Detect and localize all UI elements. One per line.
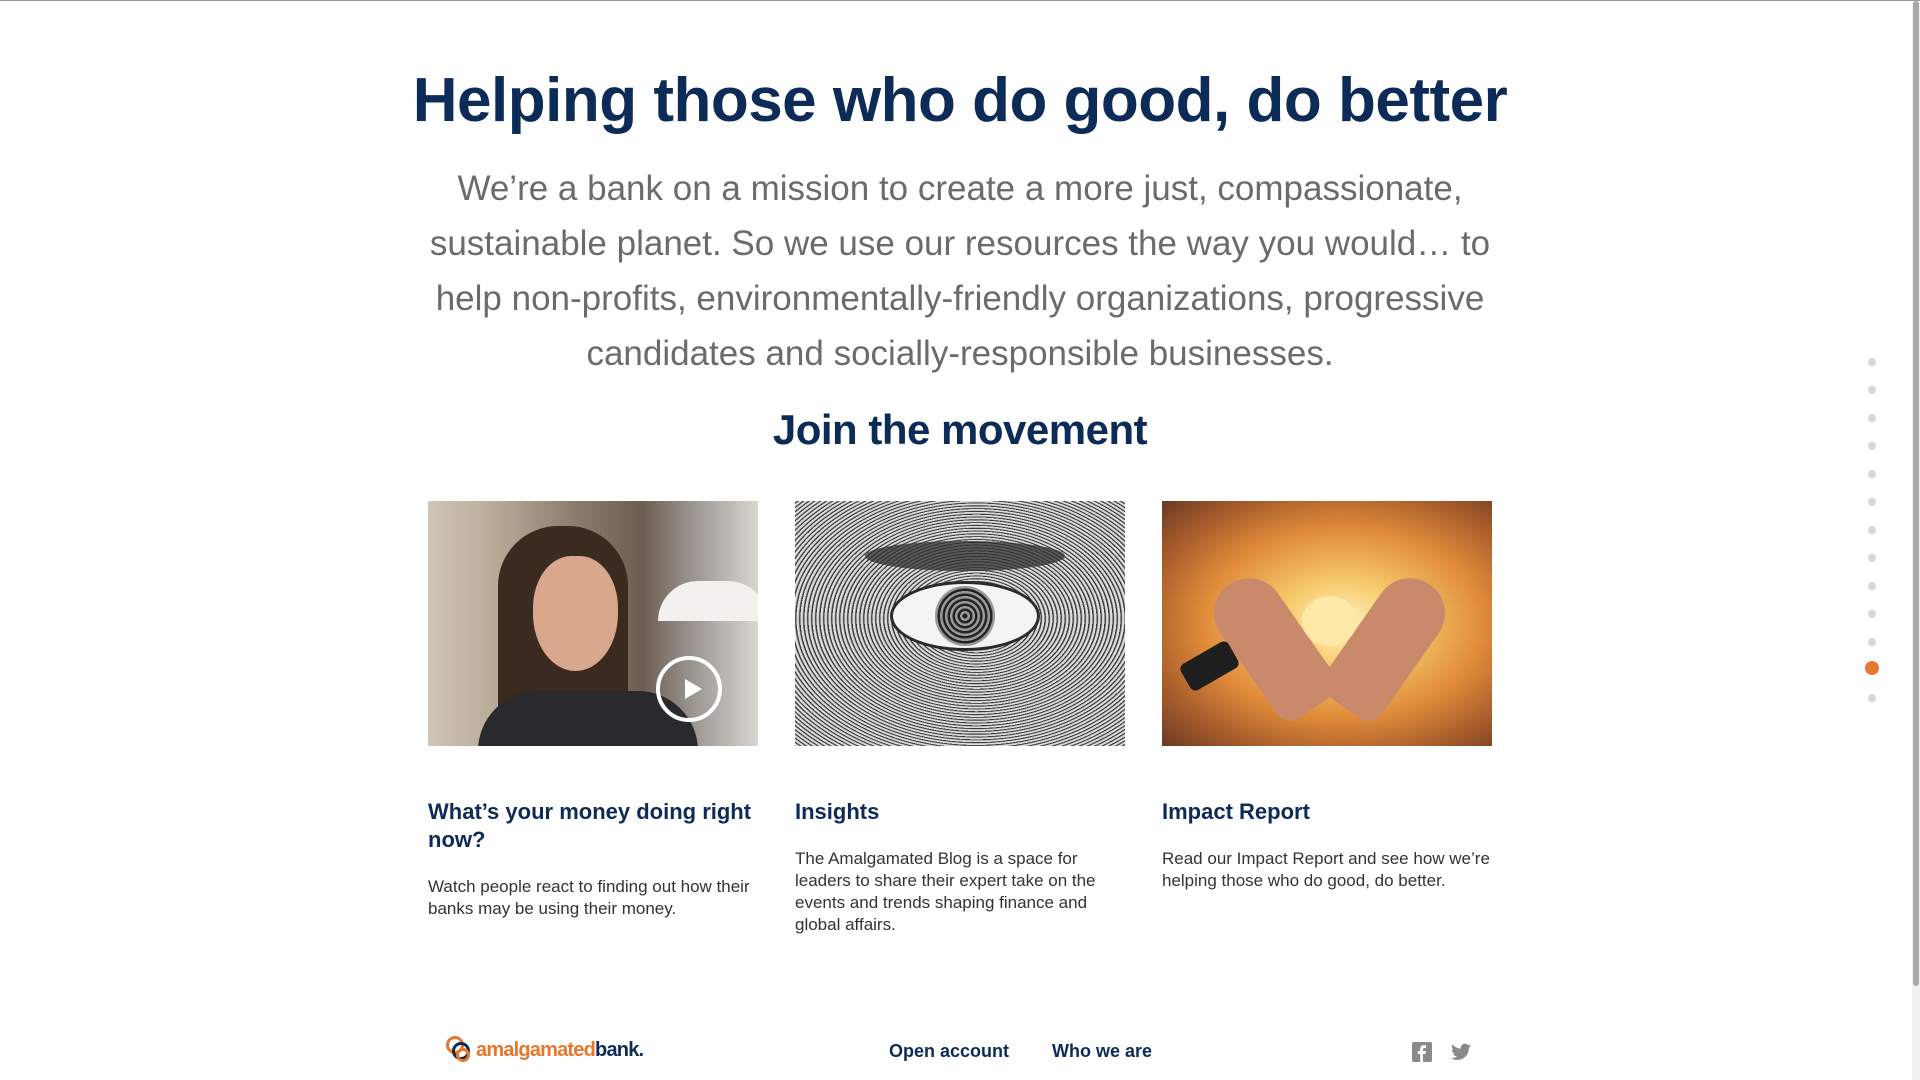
amalgamated-logo[interactable]: amalgamatedbank. <box>446 1036 644 1064</box>
card-impact-report[interactable]: Impact Report Read our Impact Report and… <box>1162 501 1492 890</box>
heart-shape <box>1302 596 1357 646</box>
who-we-are-link[interactable]: Who we are <box>1052 1041 1152 1062</box>
nav-dot[interactable] <box>1868 358 1876 366</box>
logo-text: amalgamatedbank. <box>476 1038 644 1061</box>
card-insights[interactable]: Insights The Amalgamated Blog is a space… <box>795 501 1125 934</box>
card-description: The Amalgamated Blog is a space for lead… <box>795 849 1096 934</box>
page: Helping those who do good, do better We’… <box>0 0 1920 1080</box>
card-title[interactable]: What’s your money doing right now? <box>428 798 758 854</box>
eyebrow-shape <box>865 541 1065 571</box>
nav-dot[interactable] <box>1868 498 1876 506</box>
nav-dot[interactable] <box>1868 554 1876 562</box>
play-icon[interactable] <box>656 656 722 722</box>
nav-dot[interactable] <box>1868 526 1876 534</box>
nav-dot-active[interactable] <box>1865 661 1879 675</box>
page-headline: Helping those who do good, do better <box>412 66 1508 135</box>
nav-dot[interactable] <box>1868 694 1876 702</box>
card-description: Read our Impact Report and see how we’re… <box>1162 849 1490 890</box>
facebook-icon[interactable] <box>1412 1042 1432 1062</box>
nav-dot[interactable] <box>1868 638 1876 646</box>
logo-mark-icon <box>446 1036 474 1064</box>
nav-dot[interactable] <box>1868 610 1876 618</box>
page-scrollbar[interactable] <box>1912 1 1920 1080</box>
nav-dot[interactable] <box>1868 470 1876 478</box>
open-account-link[interactable]: Open account <box>889 1041 1009 1062</box>
scrollbar-thumb[interactable] <box>1913 1 1919 986</box>
card-description: Watch people react to finding out how th… <box>428 877 750 918</box>
right-hand <box>1315 564 1459 728</box>
nav-dot[interactable] <box>1868 414 1876 422</box>
nav-dot[interactable] <box>1868 582 1876 590</box>
video-thumbnail[interactable] <box>428 501 758 746</box>
mission-statement: We’re a bank on a mission to create a mo… <box>429 169 1491 373</box>
twitter-icon[interactable] <box>1451 1042 1471 1062</box>
card-title[interactable]: Impact Report <box>1162 798 1492 826</box>
insights-image[interactable] <box>795 501 1125 746</box>
nav-dot[interactable] <box>1868 386 1876 394</box>
impact-image[interactable] <box>1162 501 1492 746</box>
card-title[interactable]: Insights <box>795 798 1125 826</box>
umbrella-shape <box>658 581 758 621</box>
nav-dot[interactable] <box>1868 442 1876 450</box>
woman-face <box>533 556 618 671</box>
eye-iris <box>935 586 995 646</box>
section-heading: Join the movement <box>772 406 1148 453</box>
card-money-video[interactable]: What’s your money doing right now? Watch… <box>428 501 758 918</box>
